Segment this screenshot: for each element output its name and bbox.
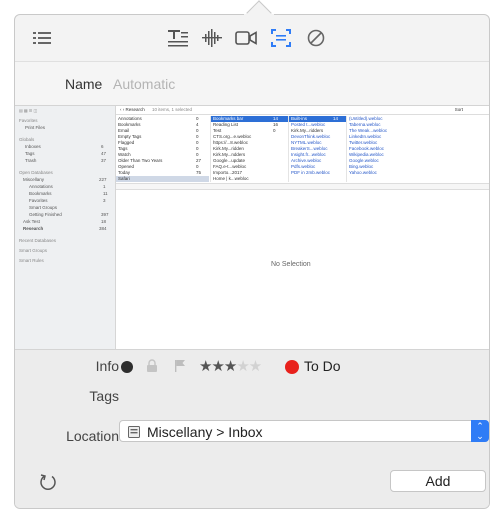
preview-sidebar-heading: Smart Rules: [19, 258, 44, 263]
capture-popover: Name Automatic ▤ ▦ ☰ ◫ Favorites Print F…: [14, 14, 490, 509]
preview-sidebar-heading: Smart Groups: [19, 248, 48, 253]
preview-sidebar-item: Research: [23, 226, 44, 231]
preview-sidebar-item: Bookmarks: [29, 191, 52, 196]
preview-sidebar-item: Annotations: [29, 184, 53, 189]
preview-sidebar: ▤ ▦ ☰ ◫ Favorites Print Files Globals In…: [15, 106, 116, 349]
capture-icon[interactable]: [270, 27, 292, 49]
preview-sidebar-item: Ask Test: [23, 219, 40, 224]
popup-chevron-icon: ⌃ ⌄: [471, 420, 489, 442]
preview-sidebar-item: Trash: [25, 158, 37, 163]
location-label: Location: [66, 428, 119, 444]
web-capture-preview: ▤ ▦ ☰ ◫ Favorites Print Files Globals In…: [15, 105, 489, 350]
text-format-icon[interactable]: [167, 27, 189, 49]
preview-sidebar-item: Miscellany: [23, 177, 45, 182]
preview-sidebar-item: Smart Groups: [29, 205, 58, 210]
preview-sidebar-count: 6: [101, 144, 104, 149]
preview-column-4: (Untitled).webloc Taberna.webloc The Wea…: [346, 116, 406, 182]
capture-toolbar: [15, 15, 489, 61]
no-selection-label: No Selection: [271, 261, 311, 268]
preview-column-1: Annotations 0 Bookmarks 4 Email 0 Empty Tag…: [116, 116, 209, 182]
waveform-icon[interactable]: [201, 27, 223, 49]
preview-sidebar-item: Tags: [25, 151, 35, 156]
preview-sidebar-heading: Recent Databases: [19, 238, 57, 243]
preview-sidebar-count: 18: [101, 219, 107, 224]
preview-sidebar-count: 3: [103, 198, 106, 203]
preview-sidebar-count: 1: [103, 184, 106, 189]
lock-icon[interactable]: [146, 359, 158, 373]
preview-sidebar-item: Inboxes: [25, 144, 41, 149]
preview-breadcrumb: ‹ › Research 10 items, 1 selected: [120, 107, 193, 112]
preview-sidebar-item: Getting Finished: [29, 212, 62, 217]
preview-sidebar-count: 47: [101, 151, 107, 156]
name-input[interactable]: Automatic: [113, 76, 175, 92]
tags-label: Tags: [89, 388, 119, 404]
preview-sidebar-item: Favorites: [29, 198, 48, 203]
name-row: Name Automatic: [15, 61, 489, 105]
refresh-icon[interactable]: [39, 473, 57, 491]
name-label: Name: [65, 76, 103, 92]
disabled-icon[interactable]: [305, 27, 327, 49]
label-name[interactable]: To Do: [304, 358, 341, 374]
preview-sidebar-item: Print Files: [25, 125, 46, 130]
preview-sidebar-heading: Favorites: [19, 118, 38, 123]
preview-column-3: Built-ins 14 Posted t...webloc Kirk.My...…: [288, 116, 346, 182]
preview-sidebar-count: 384: [99, 226, 107, 231]
preview-sidebar-count: 227: [99, 177, 107, 182]
preview-browser: ‹ › Research 10 items, 1 selected Sort A…: [116, 106, 489, 349]
preview-column-2: Bookmarks bar 14 Reading List 16 Test 0 CTS…: [210, 116, 288, 182]
rating-stars-empty: ★★: [236, 358, 262, 375]
label-color-dot[interactable]: [285, 360, 299, 374]
database-icon: [128, 426, 140, 438]
location-value: Miscellany > Inbox: [147, 424, 263, 440]
location-popup[interactable]: Miscellany > Inbox ⌃ ⌄: [119, 420, 489, 442]
unread-dot-icon[interactable]: [120, 360, 134, 374]
info-label: Info: [95, 358, 119, 374]
rating-stars[interactable]: ★★★★★: [199, 357, 262, 375]
preview-sidebar-heading: Open Databases: [19, 170, 53, 175]
preview-sidebar-count: 11: [103, 191, 108, 196]
video-icon[interactable]: [234, 27, 258, 49]
add-button[interactable]: Add: [390, 470, 486, 492]
list-icon[interactable]: [32, 27, 54, 49]
preview-sidebar-count: 37: [101, 158, 107, 163]
preview-sidebar-count: 397: [101, 212, 109, 217]
rating-stars-filled: ★★★: [199, 358, 237, 375]
tags-field[interactable]: [119, 385, 479, 407]
flag-icon[interactable]: [174, 359, 186, 373]
preview-sort: Sort: [454, 107, 463, 112]
preview-sidebar-heading: Globals: [19, 137, 35, 142]
popover-arrow-joint: [244, 14, 274, 20]
